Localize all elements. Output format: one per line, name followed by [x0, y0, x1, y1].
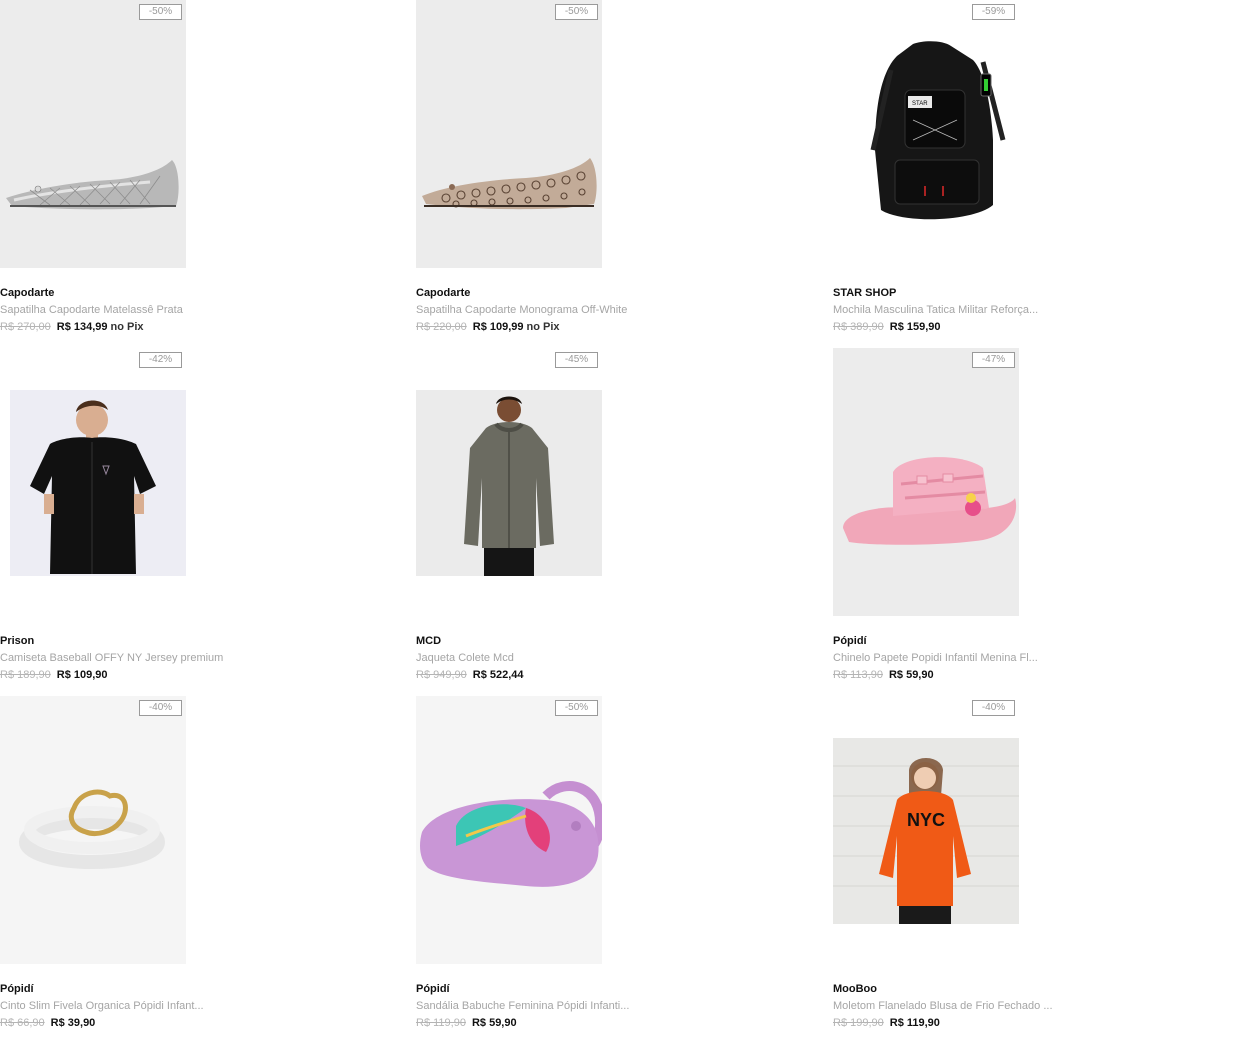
monogram-ballet-flat-image [422, 158, 597, 210]
product-prices: R$ 270,00 R$ 134,99 no Pix [0, 321, 144, 333]
discount-badge: -45% [555, 352, 598, 368]
original-price: R$ 270,00 [0, 321, 51, 333]
product-name[interactable]: Moletom Flanelado Blusa de Frio Fechado … [833, 1000, 1053, 1012]
product-image[interactable] [0, 0, 186, 268]
discount-badge: -42% [139, 352, 182, 368]
sale-price: R$ 119,90 [889, 1017, 940, 1029]
product-card[interactable]: -50% Capodarte Sapatilha Capodarte Matel… [0, 0, 400, 340]
pix-label: no Pix [110, 321, 144, 333]
product-prices: R$ 189,90 R$ 109,90 [0, 669, 108, 681]
discount-badge: -50% [555, 4, 598, 20]
discount-badge: -50% [555, 700, 598, 716]
product-image[interactable] [0, 696, 186, 964]
product-brand: STAR SHOP [833, 287, 897, 299]
product-brand: MooBoo [833, 983, 877, 995]
product-brand: Prison [0, 635, 35, 647]
sale-price: R$ 109,99 [472, 321, 524, 333]
discount-badge: -50% [139, 4, 182, 20]
original-price: R$ 119,90 [416, 1017, 466, 1029]
black-tactical-backpack-image: STAR [870, 41, 1006, 220]
product-name[interactable]: Jaqueta Colete Mcd [416, 652, 514, 664]
product-name[interactable]: Sandália Babuche Feminina Pópidi Infanti… [416, 1000, 629, 1012]
product-image[interactable] [0, 348, 186, 616]
product-image[interactable]: STAR [833, 0, 1019, 268]
original-price: R$ 66,90 [0, 1017, 45, 1029]
svg-text:STAR: STAR [912, 101, 928, 107]
silver-ballet-flat-image [6, 160, 179, 210]
product-prices: R$ 389,90 R$ 159,90 [833, 321, 941, 333]
product-image[interactable]: NYC [833, 696, 1019, 964]
discount-badge: -47% [972, 352, 1015, 368]
product-prices: R$ 949,90 R$ 522,44 [416, 669, 524, 681]
discount-badge: -59% [972, 4, 1015, 20]
product-card[interactable]: -40% Pópidí Cinto Slim Fivela Organica P… [0, 696, 400, 1036]
white-belt-gold-buckle-image [19, 789, 165, 869]
original-price: R$ 389,90 [833, 321, 884, 333]
svg-text:NYC: NYC [907, 810, 945, 830]
product-card[interactable]: STAR -59% STAR SHOP Mochila Masculina Ta… [833, 0, 1233, 340]
product-card[interactable]: -50% Capodarte Sapatilha Capodarte Monog… [416, 0, 816, 340]
product-brand: MCD [416, 635, 442, 647]
gray-hooded-jacket-image [416, 390, 602, 576]
sale-price: R$ 109,90 [56, 669, 108, 681]
product-card[interactable]: -50% Pópidí Sandália Babuche Feminina Pó… [416, 696, 816, 1036]
discount-badge: -40% [139, 700, 182, 716]
discount-badge: -40% [972, 700, 1015, 716]
original-price: R$ 113,90 [833, 669, 883, 681]
product-card[interactable]: -42% Prison Camiseta Baseball OFFY NY Je… [0, 348, 400, 688]
product-prices: R$ 66,90 R$ 39,90 [0, 1017, 95, 1029]
product-image[interactable] [416, 0, 602, 268]
product-name[interactable]: Cinto Slim Fivela Organica Pópidi Infant… [0, 1000, 204, 1012]
lilac-butterfly-clog-image [420, 781, 602, 887]
product-brand: Capodarte [416, 287, 471, 299]
product-brand: Pópidí [833, 635, 867, 647]
original-price: R$ 199,90 [833, 1017, 884, 1029]
sale-price: R$ 39,90 [50, 1017, 96, 1029]
pink-slide-sandal-image [843, 457, 1017, 545]
original-price: R$ 220,00 [416, 321, 467, 333]
product-name[interactable]: Camiseta Baseball OFFY NY Jersey premium [0, 652, 223, 664]
black-jersey-shirt-image [10, 390, 186, 576]
product-brand: Pópidí [0, 983, 34, 995]
product-grid: -50% Capodarte Sapatilha Capodarte Matel… [0, 0, 1250, 1043]
product-prices: R$ 113,90 R$ 59,90 [833, 669, 934, 681]
pix-label: no Pix [526, 321, 560, 333]
orange-nyc-hoodie-image: NYC [833, 738, 1019, 924]
product-prices: R$ 199,90 R$ 119,90 [833, 1017, 940, 1029]
sale-price: R$ 59,90 [471, 1017, 517, 1029]
product-image[interactable] [416, 348, 602, 616]
product-card[interactable]: NYC -40% MooBoo Moletom Flanelado Blusa … [833, 696, 1233, 1036]
product-image[interactable] [416, 696, 602, 964]
product-name[interactable]: Chinelo Papete Popidi Infantil Menina Fl… [833, 652, 1038, 664]
product-name[interactable]: Sapatilha Capodarte Matelassê Prata [0, 304, 183, 316]
sale-price: R$ 522,44 [472, 669, 524, 681]
product-prices: R$ 220,00 R$ 109,99 no Pix [416, 321, 560, 333]
sale-price: R$ 134,99 [56, 321, 108, 333]
product-card[interactable]: -47% Pópidí Chinelo Papete Popidi Infant… [833, 348, 1233, 688]
product-brand: Pópidí [416, 983, 450, 995]
product-image[interactable] [833, 348, 1019, 616]
product-brand: Capodarte [0, 287, 55, 299]
product-prices: R$ 119,90 R$ 59,90 [416, 1017, 517, 1029]
original-price: R$ 189,90 [0, 669, 51, 681]
product-name[interactable]: Mochila Masculina Tatica Militar Reforça… [833, 304, 1038, 316]
original-price: R$ 949,90 [416, 669, 467, 681]
sale-price: R$ 59,90 [888, 669, 934, 681]
product-card[interactable]: -45% MCD Jaqueta Colete Mcd R$ 949,90 R$ … [416, 348, 816, 688]
product-name[interactable]: Sapatilha Capodarte Monograma Off-White [416, 304, 627, 316]
sale-price: R$ 159,90 [889, 321, 941, 333]
